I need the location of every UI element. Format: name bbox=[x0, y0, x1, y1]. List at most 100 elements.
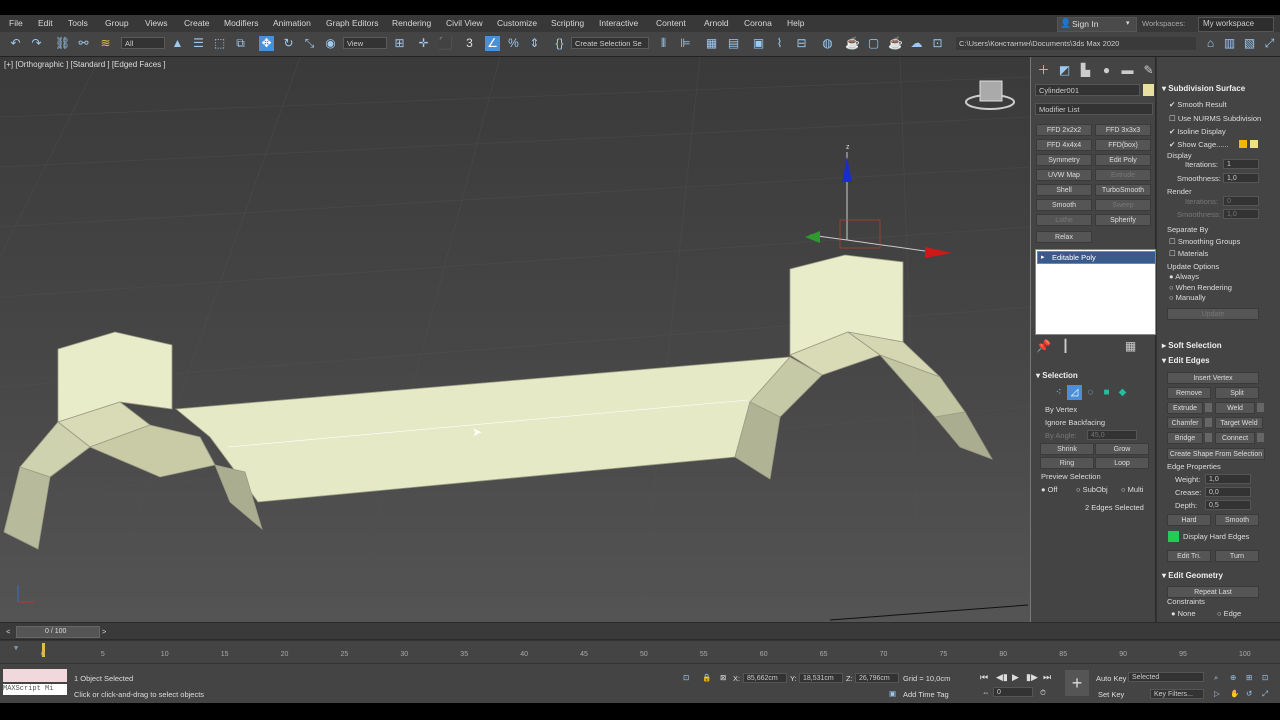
by-vertex-checkbox[interactable]: By Vertex bbox=[1045, 405, 1077, 414]
keyboard-shortcut-icon[interactable]: ⬛ bbox=[438, 36, 453, 51]
bridge-settings-icon[interactable] bbox=[1205, 433, 1212, 442]
materials-checkbox[interactable]: ☐ Materials bbox=[1169, 249, 1208, 258]
modifier-list-dropdown[interactable]: Modifier List bbox=[1035, 103, 1153, 115]
turbosmooth-button[interactable]: TurboSmooth bbox=[1095, 184, 1151, 196]
fov-icon[interactable]: ▷ bbox=[1214, 689, 1220, 698]
window-crossing-icon[interactable]: ⧉ bbox=[233, 36, 248, 51]
z-coordinate-field[interactable]: 26,796cm bbox=[855, 673, 899, 683]
viewcube[interactable] bbox=[965, 80, 1015, 110]
chamfer-button[interactable]: Chamfer bbox=[1167, 417, 1203, 429]
preview-off-radio[interactable]: ● Off bbox=[1041, 485, 1058, 494]
menu-views[interactable]: Views bbox=[145, 18, 168, 28]
create-shape-button[interactable]: Create Shape From Selection bbox=[1167, 448, 1265, 460]
render-setup-icon[interactable]: ☕ bbox=[845, 36, 860, 51]
show-cage-checkbox[interactable]: ✔ Show Cage...... bbox=[1169, 140, 1229, 149]
menu-graph-editors[interactable]: Graph Editors bbox=[326, 18, 378, 28]
rotate-icon[interactable]: ↻ bbox=[281, 36, 296, 51]
ffd-box-button[interactable]: FFD(box) bbox=[1095, 139, 1151, 151]
connect-settings-icon[interactable] bbox=[1257, 433, 1264, 442]
smoothing-groups-checkbox[interactable]: ☐ Smoothing Groups bbox=[1169, 237, 1240, 246]
soft-selection-title[interactable]: ▸ Soft Selection bbox=[1162, 341, 1222, 350]
selection-rollout-title[interactable]: ▾ Selection bbox=[1036, 371, 1078, 380]
smooth-result-checkbox[interactable]: ✔ Smooth Result bbox=[1169, 100, 1227, 109]
configure-sets-icon[interactable]: ▦ bbox=[1123, 339, 1138, 354]
constraint-none-radio[interactable]: ● None bbox=[1171, 609, 1196, 618]
ref-coord-dropdown[interactable]: View bbox=[343, 37, 387, 49]
target-weld-button[interactable]: Target Weld bbox=[1215, 417, 1263, 429]
pan-icon[interactable]: ✋ bbox=[1230, 689, 1239, 698]
symmetry-button[interactable]: Symmetry bbox=[1036, 154, 1092, 166]
menu-arnold[interactable]: Arnold bbox=[704, 18, 729, 28]
ffd-3x3x3-button[interactable]: FFD 3x3x3 bbox=[1095, 124, 1151, 136]
isoline-checkbox[interactable]: ✔ Isoline Display bbox=[1169, 127, 1226, 136]
select-by-name-icon[interactable]: ☰ bbox=[191, 36, 206, 51]
project-path-field[interactable]: C:\Users\Константин\Documents\3ds Max 20… bbox=[956, 37, 1196, 50]
render-iterations-spinner[interactable]: 0 bbox=[1223, 196, 1259, 206]
track-bar[interactable]: ⩔ 0 5 10 15 20 25 30 35 40 45 50 55 60 65 70 75 80 85 90 95… bbox=[0, 640, 1280, 663]
extrude-settings-icon[interactable] bbox=[1205, 403, 1212, 412]
zoom-extents-icon[interactable]: ⊞ bbox=[1246, 673, 1252, 682]
lathe-button[interactable]: Lathe bbox=[1036, 214, 1092, 226]
menu-group[interactable]: Group bbox=[105, 18, 129, 28]
border-mode-icon[interactable]: ◌ bbox=[1083, 385, 1098, 400]
time-tag-icon[interactable]: ▣ bbox=[889, 689, 896, 698]
undo-icon[interactable]: ↶ bbox=[8, 36, 23, 51]
bind-space-warp-icon[interactable]: ≋ bbox=[98, 36, 113, 51]
current-frame-field[interactable]: 0 bbox=[993, 687, 1033, 697]
spinner-snap-icon[interactable]: ⇕ bbox=[527, 36, 542, 51]
transform-mode-icon[interactable]: ⊠ bbox=[720, 673, 726, 682]
link-icon[interactable]: ⛓ bbox=[55, 36, 70, 51]
render-region-icon[interactable]: ⊡ bbox=[930, 36, 945, 51]
chamfer-settings-icon[interactable] bbox=[1205, 418, 1212, 427]
loop-button[interactable]: Loop bbox=[1095, 457, 1149, 469]
sweep-button[interactable]: Sweep bbox=[1095, 199, 1151, 211]
hierarchy-tab-icon[interactable]: ▙ bbox=[1078, 63, 1093, 78]
weight-spinner[interactable]: 1,0 bbox=[1205, 474, 1251, 484]
menu-customize[interactable]: Customize bbox=[497, 18, 537, 28]
insert-vertex-button[interactable]: Insert Vertex bbox=[1167, 372, 1259, 384]
cage-selected-color-swatch[interactable] bbox=[1250, 140, 1258, 148]
crease-spinner[interactable]: 0,0 bbox=[1205, 487, 1251, 497]
display-hard-edges-checkbox[interactable]: Display Hard Edges bbox=[1183, 532, 1249, 541]
depth-spinner[interactable]: 0,5 bbox=[1205, 500, 1251, 510]
material-editor-icon[interactable]: ◍ bbox=[820, 36, 835, 51]
render-cloud-icon[interactable]: ☁ bbox=[909, 36, 924, 51]
menu-tools[interactable]: Tools bbox=[68, 18, 88, 28]
utilities-tab-icon[interactable]: ✎ bbox=[1141, 63, 1156, 78]
element-mode-icon[interactable]: ◆ bbox=[1115, 385, 1130, 400]
zoom-icon[interactable]: ⌕ bbox=[1214, 673, 1218, 683]
menu-corona[interactable]: Corona bbox=[744, 18, 772, 28]
weld-button[interactable]: Weld bbox=[1215, 402, 1255, 414]
menu-file[interactable]: File bbox=[9, 18, 23, 28]
ribbon-icon[interactable]: ▣ bbox=[751, 36, 766, 51]
edge-mode-icon[interactable]: ◿ bbox=[1067, 385, 1082, 400]
edit-poly-button[interactable]: Edit Poly bbox=[1095, 154, 1151, 166]
motion-tab-icon[interactable]: ● bbox=[1099, 63, 1114, 78]
project-folder-icon[interactable]: ⌂ bbox=[1203, 36, 1218, 51]
ring-button[interactable]: Ring bbox=[1040, 457, 1094, 469]
align-icon[interactable]: ⊫ bbox=[678, 36, 693, 51]
menu-civil-view[interactable]: Civil View bbox=[446, 18, 483, 28]
render-icon[interactable]: ☕ bbox=[888, 36, 903, 51]
remove-button[interactable]: Remove bbox=[1167, 387, 1211, 399]
polygon-mode-icon[interactable]: ■ bbox=[1099, 385, 1114, 400]
constraint-edge-radio[interactable]: ○ Edge bbox=[1217, 609, 1241, 618]
split-button[interactable]: Split bbox=[1215, 387, 1259, 399]
curve-editor-icon[interactable]: ⌇ bbox=[772, 36, 787, 51]
go-to-start-icon[interactable]: ⏮ bbox=[980, 672, 988, 683]
menu-scripting[interactable]: Scripting bbox=[551, 18, 584, 28]
x-coordinate-field[interactable]: 85,662cm bbox=[743, 673, 787, 683]
menu-edit[interactable]: Edit bbox=[38, 18, 53, 28]
mirror-icon[interactable]: ⫴ bbox=[656, 36, 671, 51]
extrude-mod-button[interactable]: Extrude bbox=[1095, 169, 1151, 181]
shrink-button[interactable]: Shrink bbox=[1040, 443, 1094, 455]
schematic-view-icon[interactable]: ⊟ bbox=[794, 36, 809, 51]
maxscript-mini-listener[interactable]: MAXScript Mi bbox=[3, 684, 67, 695]
select-object-icon[interactable]: ▲ bbox=[170, 36, 185, 51]
smoothness-spinner[interactable]: 1,0 bbox=[1223, 173, 1259, 183]
time-prev-icon[interactable]: < bbox=[6, 627, 10, 636]
turn-button[interactable]: Turn bbox=[1215, 550, 1259, 562]
object-color-swatch[interactable] bbox=[1143, 84, 1154, 96]
add-time-tag[interactable]: Add Time Tag bbox=[903, 690, 949, 699]
menu-animation[interactable]: Animation bbox=[273, 18, 311, 28]
